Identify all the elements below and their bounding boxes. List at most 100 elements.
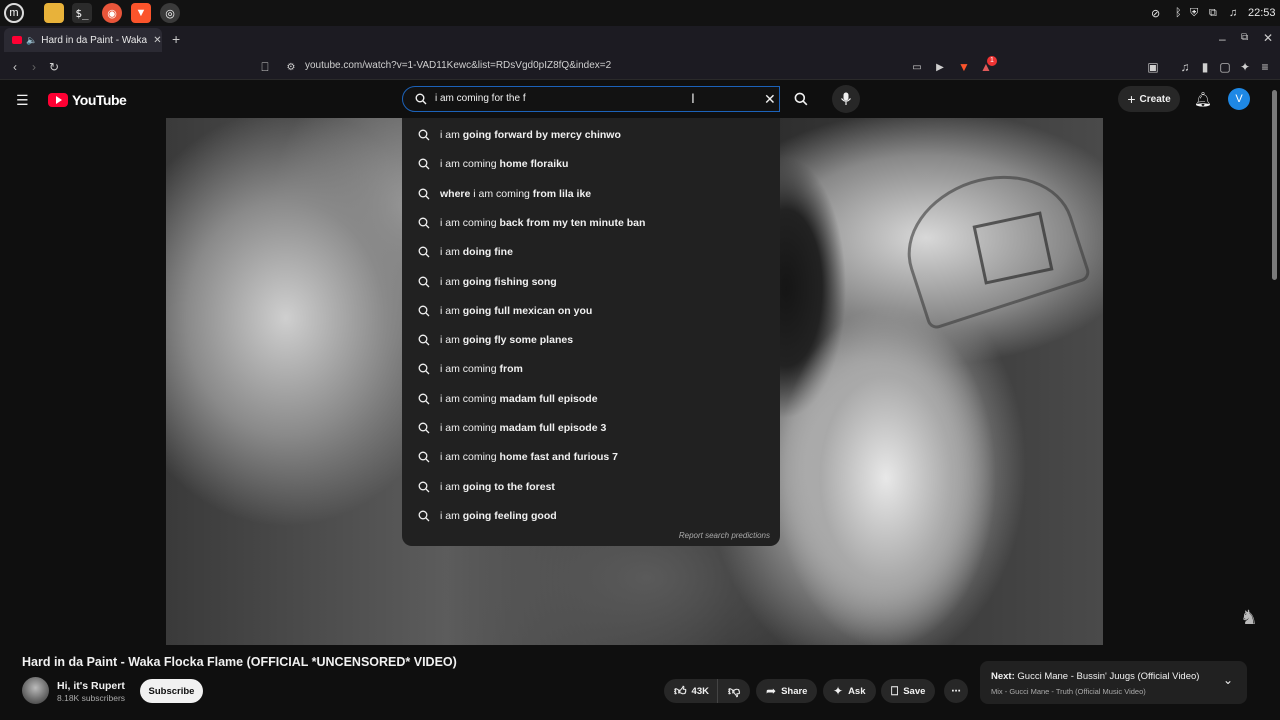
voice-search-button[interactable] (832, 85, 860, 113)
video-frame-person (776, 298, 1006, 645)
search-input[interactable]: i am coming for the f I ✕ (402, 86, 780, 112)
window-close-icon[interactable]: ✕ (1263, 31, 1273, 45)
search-suggestion-item[interactable]: i am coming back from my ten minute ban (402, 208, 780, 237)
search-button[interactable] (784, 86, 818, 112)
more-actions-button[interactable]: ⋯ (944, 679, 968, 703)
suggestion-text: i am going feeling good (440, 509, 557, 522)
guide-menu-icon[interactable]: ☰ (16, 92, 29, 109)
firefox-icon[interactable]: ◉ (102, 3, 122, 23)
search-suggestion-item[interactable]: i am going fly some planes (402, 325, 780, 354)
suggestion-text: i am going fishing song (440, 275, 557, 288)
site-settings-icon[interactable]: ⚙ (283, 59, 299, 75)
youtube-logo[interactable]: YouTube (48, 92, 127, 108)
search-suggestion-item[interactable]: i am going feeling good (402, 501, 780, 530)
search-icon (418, 421, 430, 434)
cast-icon[interactable]: ▭ (909, 59, 925, 75)
search-suggestion-item[interactable]: i am coming madam full episode (402, 384, 780, 413)
share-icon: ➦ (766, 684, 777, 698)
files-icon[interactable] (44, 3, 64, 23)
search-suggestion-item[interactable]: i am going full mexican on you (402, 296, 780, 325)
wallet-icon[interactable]: ▢ (1217, 59, 1233, 75)
forward-icon[interactable]: › (26, 59, 42, 75)
search-icon (418, 392, 430, 405)
brave-shields-icon[interactable]: ▼ (956, 59, 972, 75)
brave-icon[interactable]: ▼ (131, 3, 151, 23)
page-scrollbar[interactable] (1272, 90, 1277, 280)
address-bar[interactable]: youtube.com/watch?v=1-VAD11Kewc&list=RDs… (305, 60, 611, 71)
suggestion-text: i am coming madam full episode (440, 392, 598, 405)
video-title: Hard in da Paint - Waka Flocka Flame (OF… (22, 655, 457, 669)
share-button[interactable]: ➦ Share (756, 679, 818, 703)
dislike-button[interactable]: 👎︎ (717, 679, 751, 703)
leo-icon[interactable]: ✦ (1237, 59, 1253, 75)
account-avatar[interactable]: V (1228, 88, 1250, 110)
search-suggestion-item[interactable]: i am coming madam full episode 3 (402, 413, 780, 442)
chevron-down-icon[interactable]: ⌄ (1223, 673, 1233, 687)
channel-watermark-icon[interactable]: ♞ (1236, 604, 1262, 630)
search-icon (418, 275, 430, 287)
terminal-icon[interactable]: $_ (72, 3, 92, 23)
chromium-icon[interactable]: ◎ (160, 3, 180, 23)
mint-menu-icon[interactable]: m (4, 3, 24, 23)
more-icon: ⋯ (951, 685, 961, 697)
up-next-card[interactable]: Next: Gucci Mane - Bussin' Juugs (Offici… (980, 661, 1247, 704)
search-icon (418, 333, 430, 346)
channel-avatar[interactable] (22, 677, 49, 704)
suggestion-text: i am going full mexican on you (440, 304, 593, 317)
bluetooth-icon[interactable]: ᛒ (1175, 4, 1182, 22)
search-icon (418, 187, 430, 200)
clear-search-icon[interactable]: ✕ (764, 91, 776, 108)
ask-button[interactable]: ✦ Ask (823, 679, 876, 703)
maximize-icon[interactable]: ⧉ (1241, 32, 1248, 43)
suggestion-text: i am going fly some planes (440, 334, 574, 347)
music-icon[interactable]: ♫ (1229, 4, 1237, 22)
search-icon (418, 450, 430, 463)
screenshot-icon[interactable]: ▣ (1145, 59, 1161, 75)
menu-icon[interactable]: ≡ (1257, 59, 1273, 75)
speaker-icon: 🔈 (26, 34, 38, 45)
search-suggestion-item[interactable]: i am going forward by mercy chinwo (402, 120, 780, 149)
like-button[interactable]: 👍︎ 43K (664, 679, 717, 703)
search-suggestion-item[interactable]: i am going to the forest (402, 472, 780, 501)
thumbs-up-icon: 👍︎ (674, 683, 687, 698)
microphone-icon (841, 92, 851, 105)
create-button[interactable]: + Create (1118, 86, 1180, 112)
search-suggestions-dropdown: i am going forward by mercy chinwo i am c… (402, 118, 780, 546)
search-suggestion-item[interactable]: i am coming from (402, 354, 780, 383)
minimize-icon[interactable]: – (1219, 32, 1226, 46)
tray-status-icon[interactable]: ⊘ (1151, 4, 1160, 22)
new-tab-icon[interactable]: + (172, 31, 180, 47)
suggestion-text: i am coming back from my ten minute ban (440, 216, 646, 229)
up-next-title: Next: Gucci Mane - Bussin' Juugs (Offici… (991, 671, 1200, 682)
search-suggestion-item[interactable]: i am coming home floraiku (402, 149, 780, 178)
search-suggestion-item[interactable]: i am coming home fast and furious 7 (402, 442, 780, 471)
subscribe-button[interactable]: Subscribe (140, 679, 203, 703)
music-queue-icon[interactable]: ♫ (1177, 59, 1193, 75)
notifications-bell-icon[interactable]: 🔔︎ (1194, 91, 1212, 108)
search-suggestion-item[interactable]: i am doing fine (402, 237, 780, 266)
reload-icon[interactable]: ↻ (46, 59, 62, 75)
browser-toolbar: ‹ › ↻ ⎕ ⚙ youtube.com/watch?v=1-VAD11Kew… (0, 54, 1280, 80)
search-suggestion-item[interactable]: i am going fishing song (402, 267, 780, 296)
sparkle-icon: ✦ (833, 684, 844, 698)
save-button[interactable]: ⎕ Save (881, 679, 936, 703)
sidebar-icon[interactable]: ▮ (1197, 59, 1213, 75)
suggestion-text: i am coming home fast and furious 7 (440, 451, 618, 464)
media-icon[interactable]: ▶ (932, 59, 948, 75)
channel-name[interactable]: Hi, it's Rupert (57, 680, 125, 692)
tab-close-icon[interactable]: ✕ (153, 35, 161, 46)
shield-icon[interactable]: ⛨ (1190, 4, 1198, 22)
network-icon[interactable]: ⧉ (1209, 4, 1217, 22)
report-search-predictions-link[interactable]: Report search predictions (679, 531, 770, 540)
thumbs-down-icon: 👎︎ (728, 683, 741, 698)
bookmark-icon[interactable]: ⎕ (257, 59, 273, 75)
back-icon[interactable]: ‹ (7, 59, 23, 75)
subscriber-count: 8.18K subscribers (57, 693, 126, 703)
extension-badge: 1 (987, 56, 997, 66)
search-suggestion-item[interactable]: where i am coming from lila ike (402, 179, 780, 208)
browser-tab[interactable]: 🔈 Hard in da Paint - Waka Flo ✕ (4, 28, 162, 52)
clock[interactable]: 22:53 (1248, 4, 1276, 22)
suggestion-text: where i am coming from lila ike (440, 187, 592, 200)
suggestion-text: i am doing fine (440, 246, 513, 259)
bookmark-icon: ⎕ (891, 683, 899, 698)
